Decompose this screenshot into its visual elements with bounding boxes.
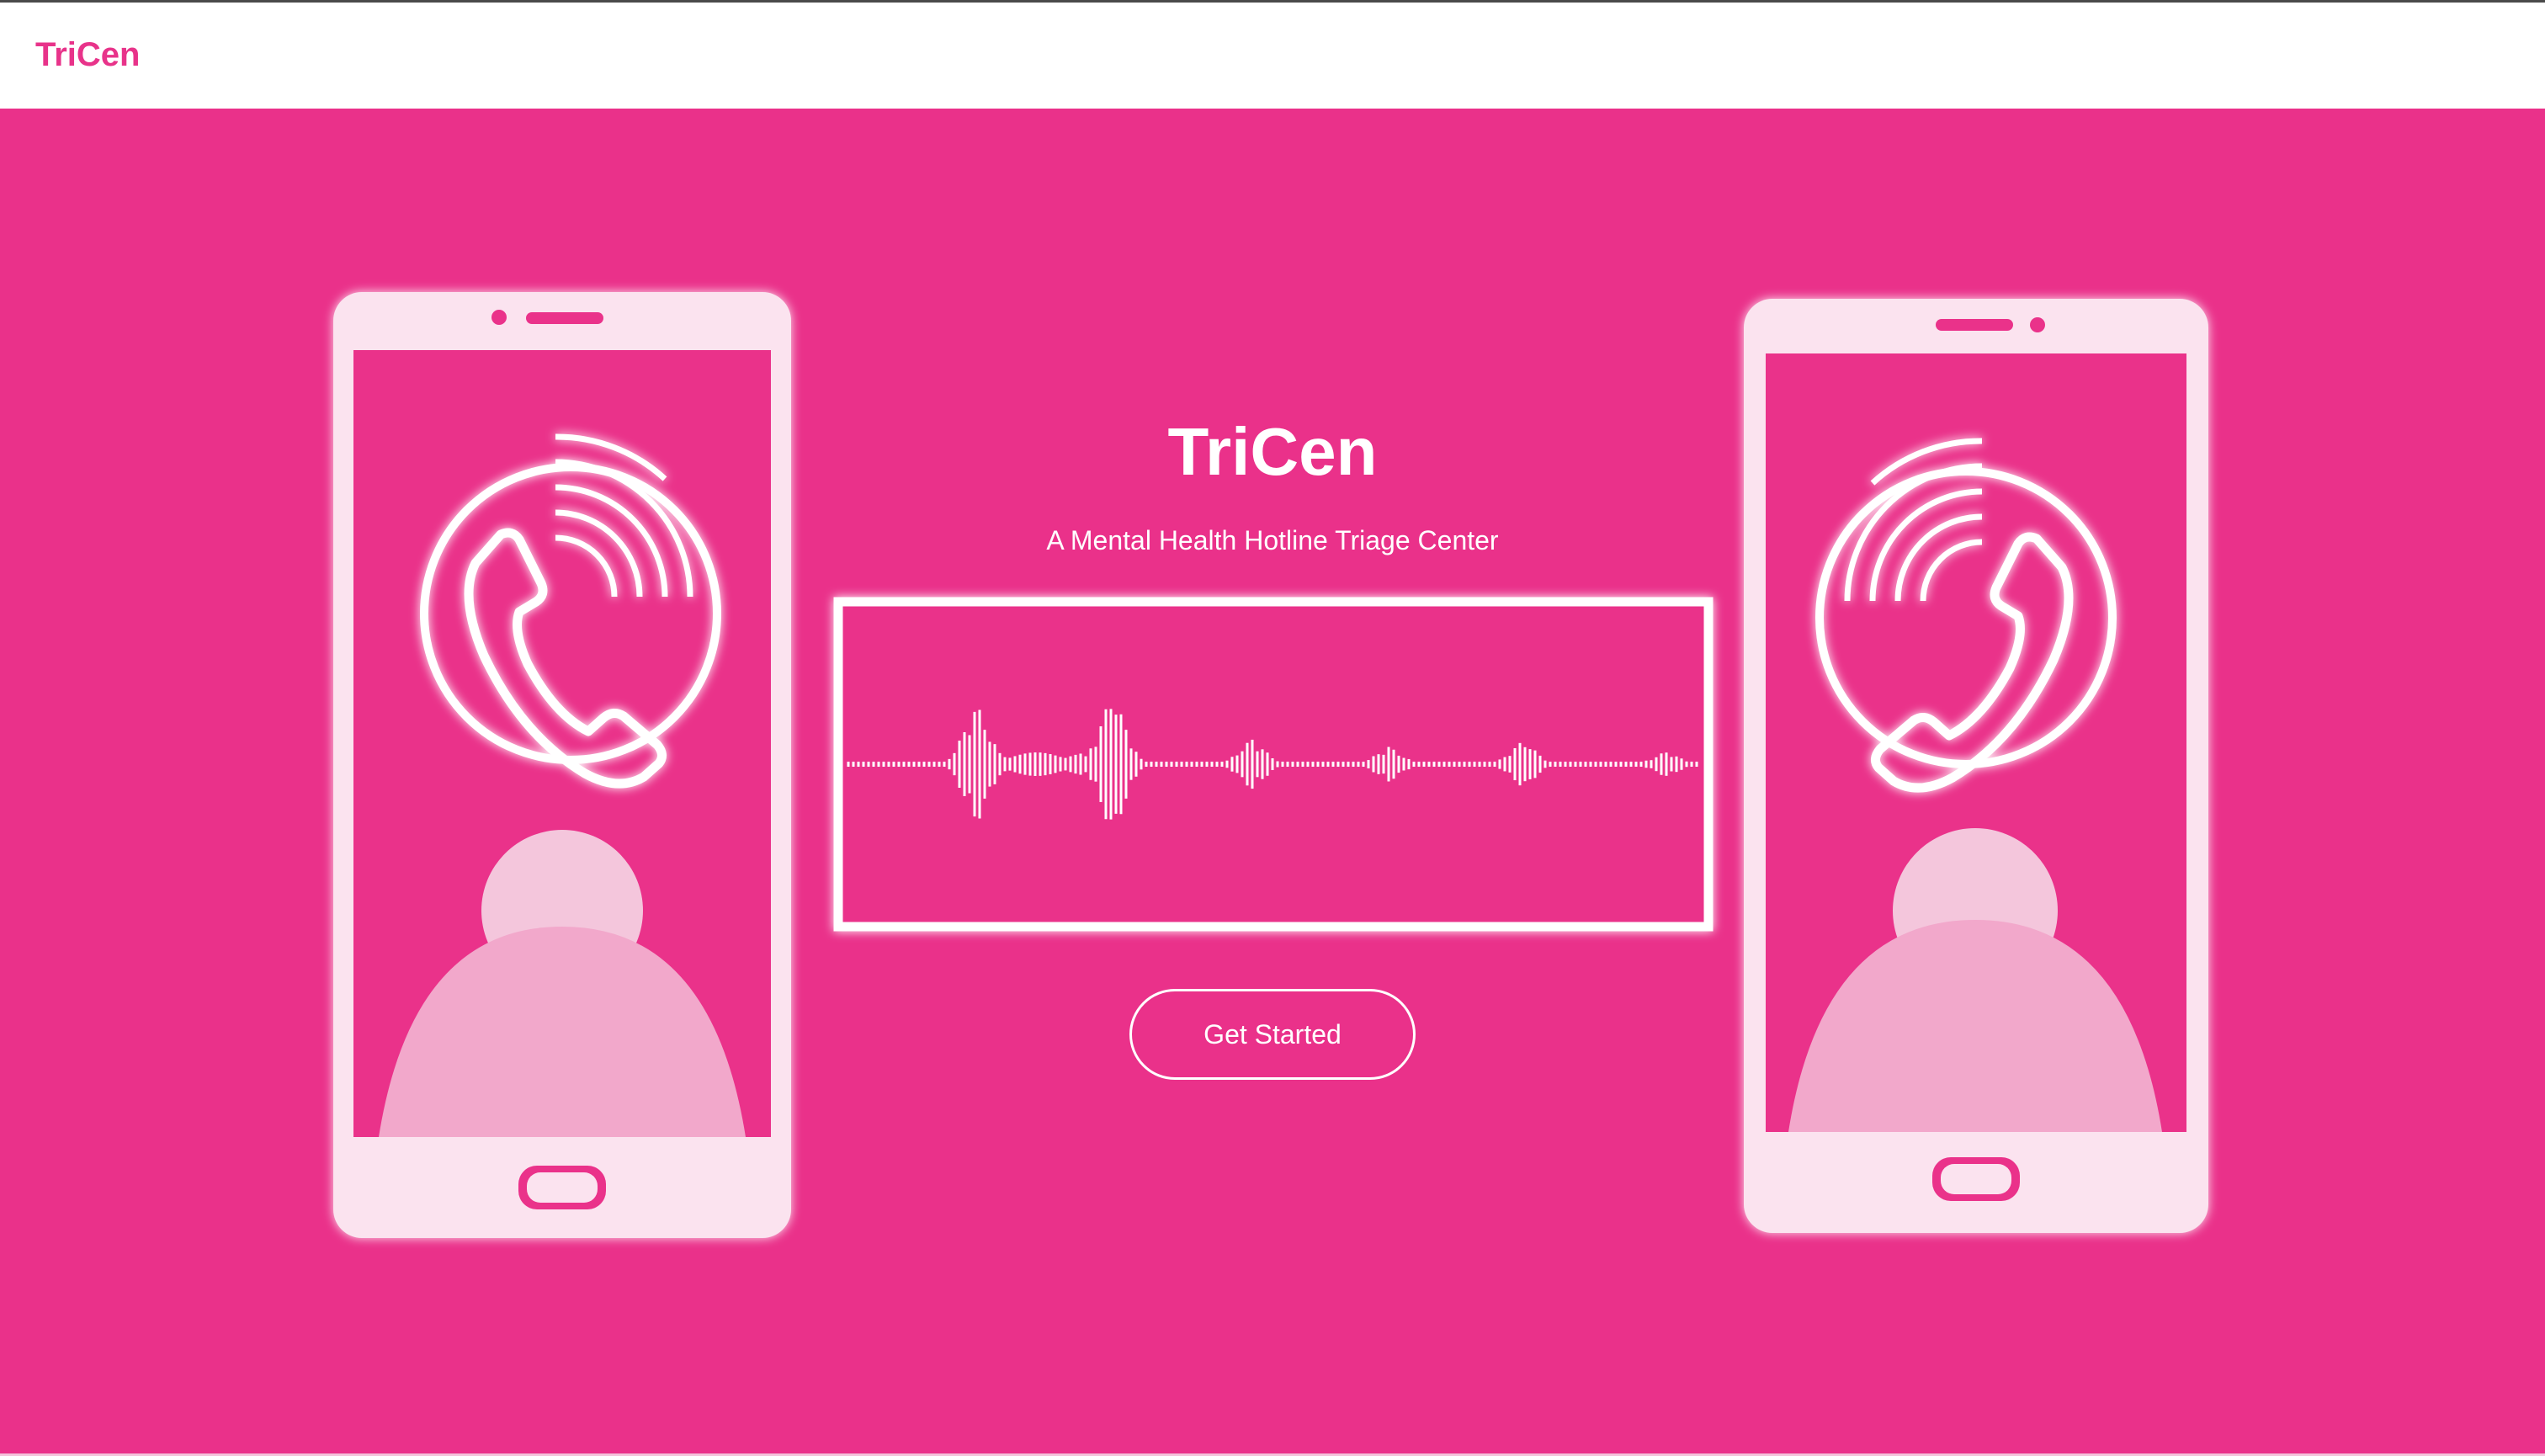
hero-section: TriCen A Mental Health Hotline Triage Ce… [0, 109, 2545, 1456]
brand-logo[interactable]: TriCen [35, 36, 140, 74]
navbar: TriCen [0, 3, 2545, 109]
hero-illustration [333, 292, 2208, 1238]
get-started-button[interactable]: Get Started [1129, 989, 1416, 1080]
hero-subtitle: A Mental Health Hotline Triage Center [1046, 525, 1499, 555]
hero-title: TriCen [1167, 414, 1378, 489]
